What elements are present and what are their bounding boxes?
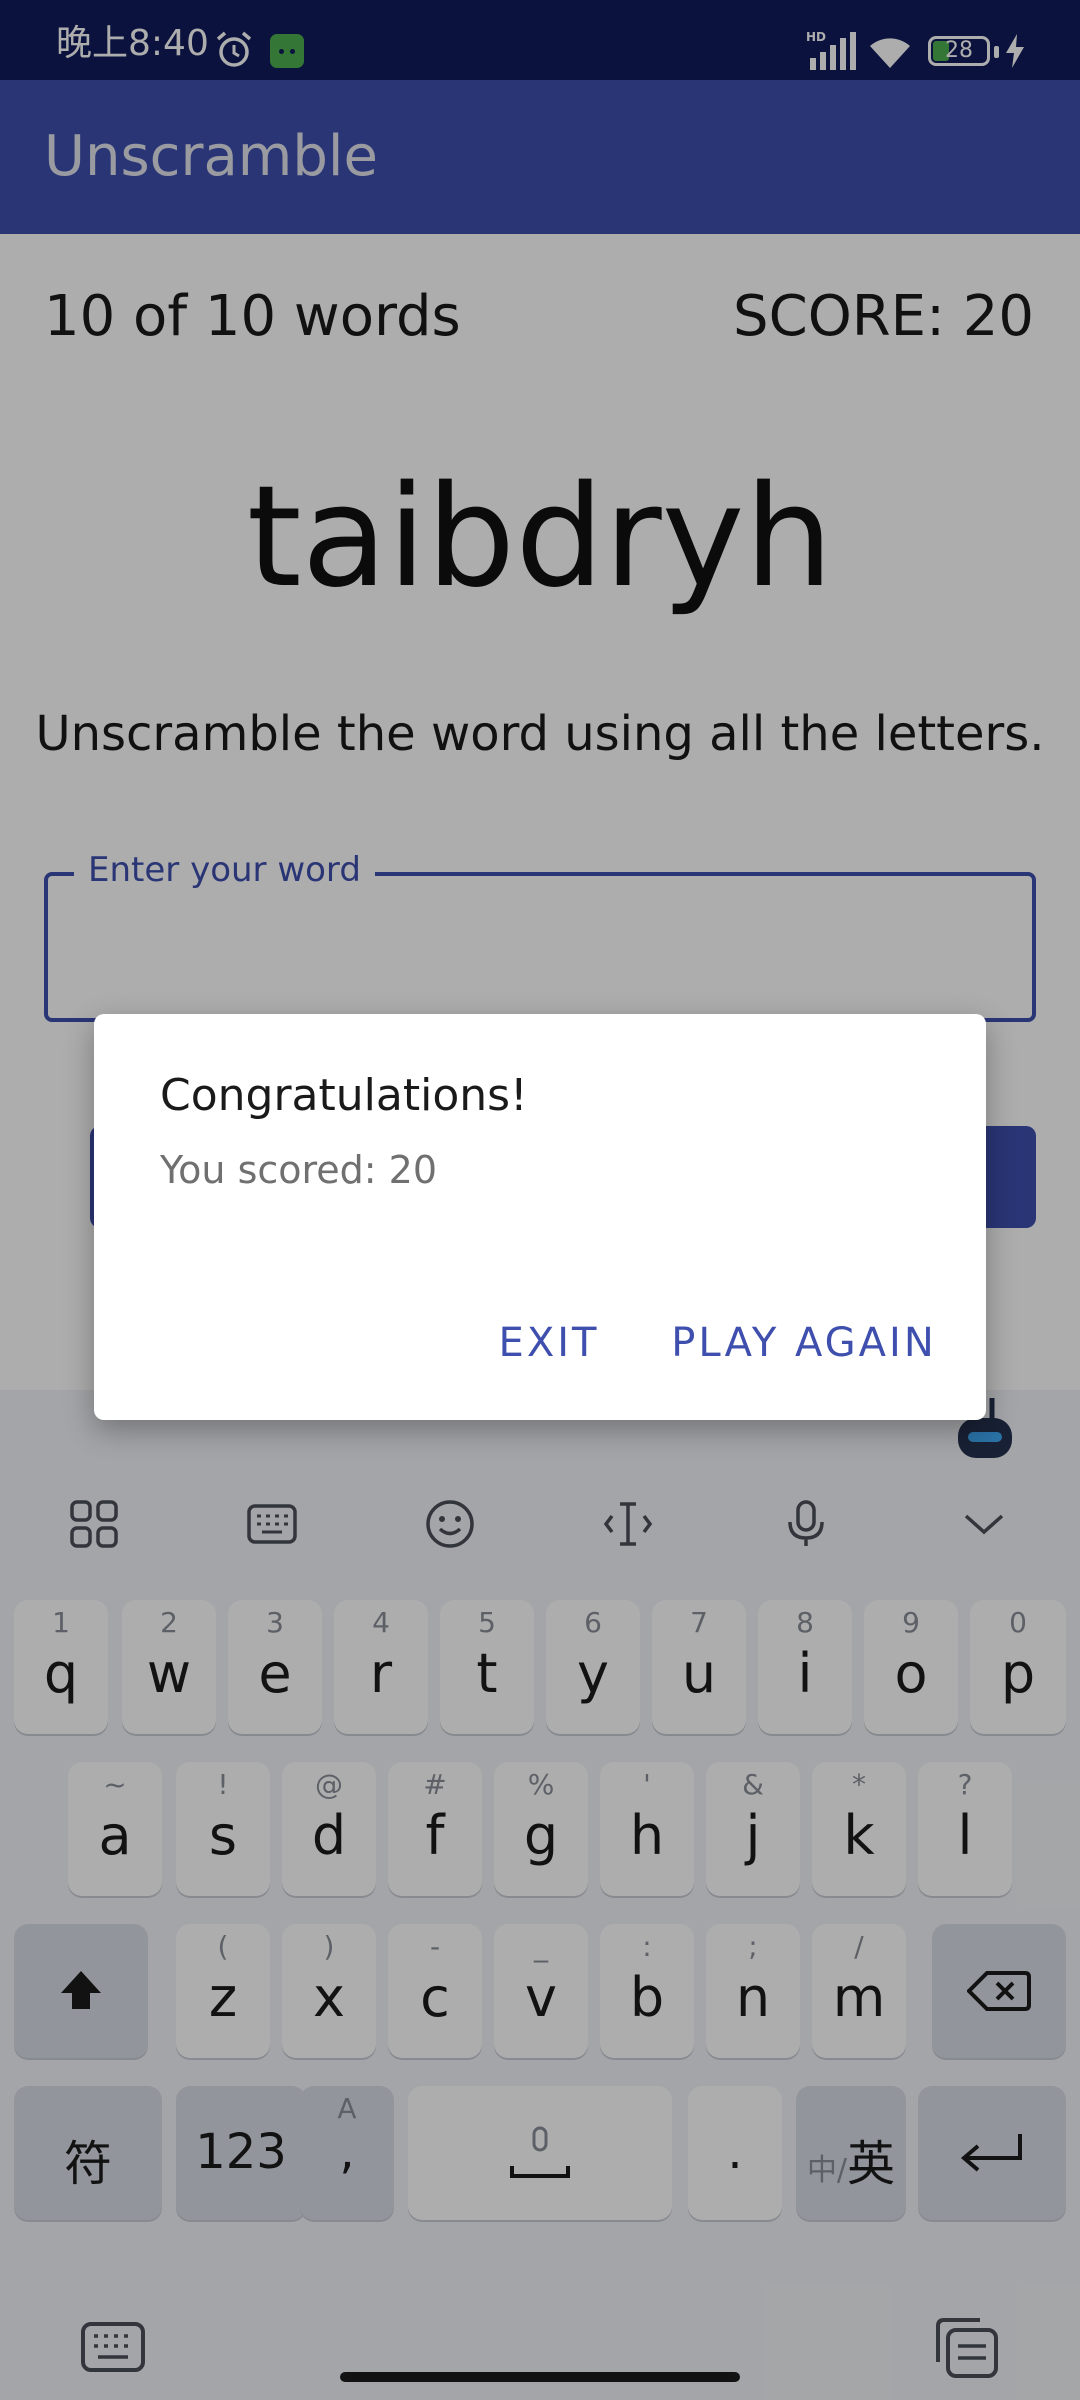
dialog-message: You scored: 20 xyxy=(160,1148,438,1192)
dialog-title: Congratulations! xyxy=(160,1070,528,1121)
exit-button-label: EXIT xyxy=(498,1320,600,1366)
play-again-button-label: PLAY AGAIN xyxy=(671,1320,937,1366)
play-again-button[interactable]: PLAY AGAIN xyxy=(654,1310,954,1374)
exit-button[interactable]: EXIT xyxy=(474,1310,624,1374)
score-dialog: Congratulations! You scored: 20 EXIT PLA… xyxy=(94,1014,986,1420)
